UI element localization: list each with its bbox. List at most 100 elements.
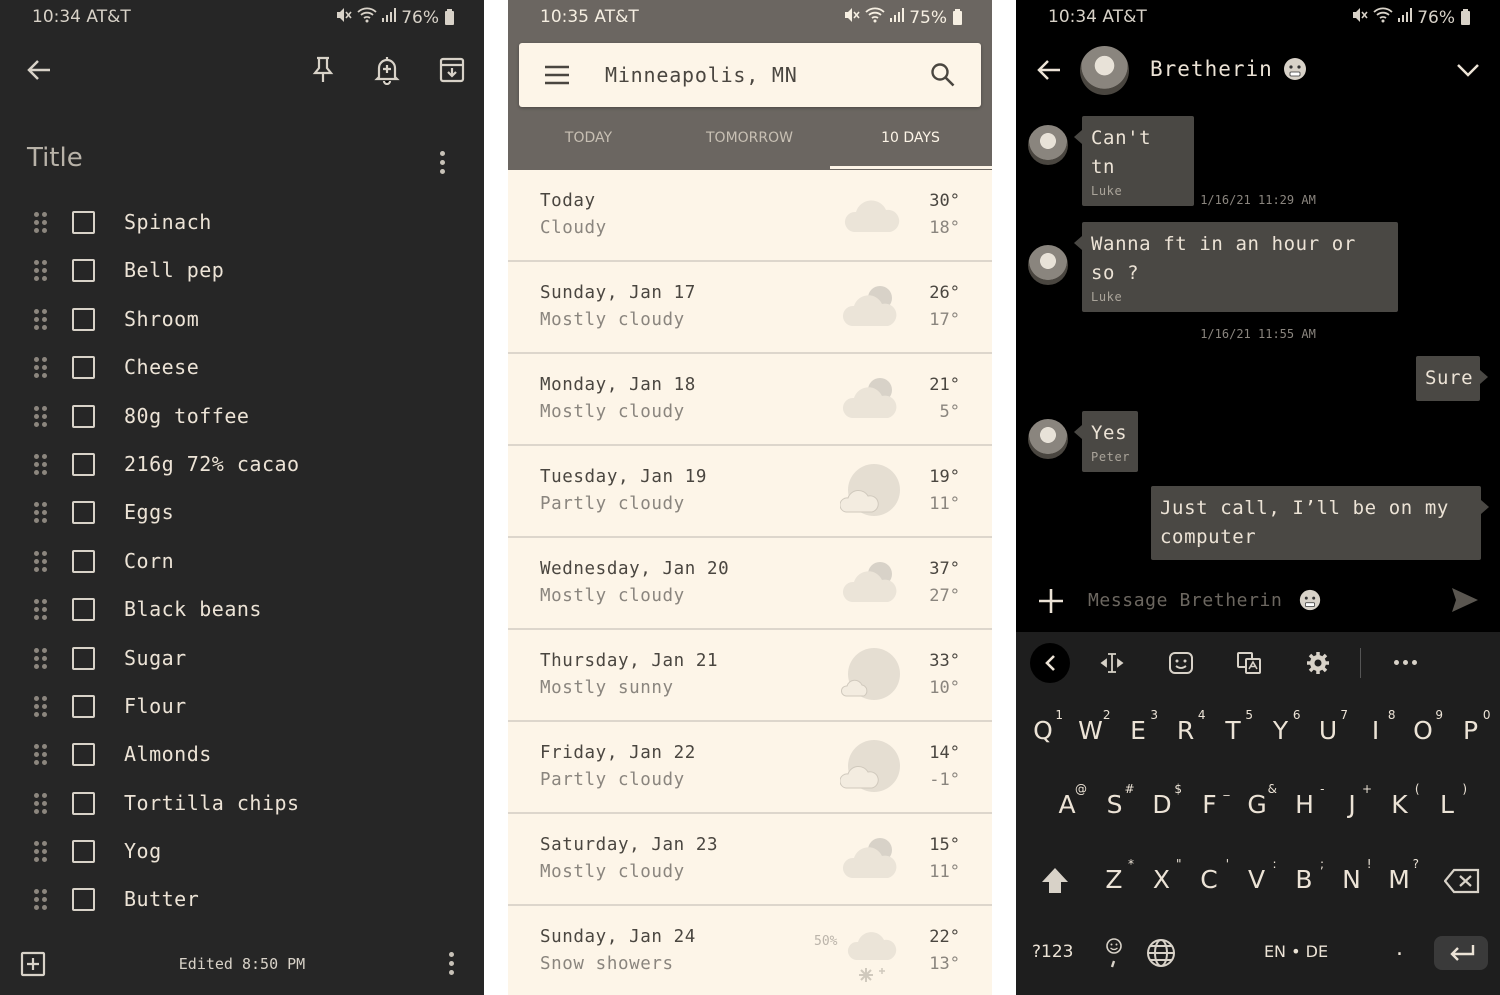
send-icon[interactable]: [1450, 586, 1480, 614]
reminder-bell-icon[interactable]: [374, 55, 400, 85]
search-icon[interactable]: [930, 62, 956, 88]
settings-gear-icon[interactable]: [1306, 651, 1330, 675]
drag-handle-icon[interactable]: [34, 357, 48, 379]
menu-icon[interactable]: [544, 65, 570, 85]
drag-handle-icon[interactable]: [34, 405, 48, 428]
checkbox[interactable]: [72, 501, 95, 525]
collapse-toolbar-button[interactable]: [1030, 643, 1070, 683]
key-c[interactable]: C ': [1187, 857, 1231, 894]
checklist-item-text[interactable]: Eggs: [124, 500, 174, 524]
symbols-key[interactable]: ?123: [1032, 942, 1073, 962]
checkbox[interactable]: [72, 743, 95, 767]
checkbox[interactable]: [72, 791, 95, 815]
globe-icon[interactable]: [1146, 938, 1176, 968]
checklist-item-text[interactable]: Shroom: [124, 307, 199, 331]
drag-handle-icon[interactable]: [34, 841, 48, 863]
drag-handle-icon[interactable]: [34, 744, 48, 766]
drag-handle-icon[interactable]: [34, 502, 48, 524]
group-avatar[interactable]: [1080, 46, 1129, 95]
bottom-more-icon[interactable]: [449, 952, 454, 979]
key-p[interactable]: P0: [1449, 708, 1493, 745]
drag-handle-icon[interactable]: [34, 453, 48, 476]
key-g[interactable]: G &: [1235, 782, 1279, 819]
checklist-item-text[interactable]: Corn: [124, 549, 174, 573]
checklist-item-text[interactable]: Flour: [124, 694, 187, 718]
drag-handle-icon[interactable]: [34, 792, 48, 815]
key-o[interactable]: O9: [1401, 708, 1445, 745]
forecast-day-row[interactable]: Today Cloudy 30° 18°: [508, 170, 992, 262]
key-v[interactable]: V:: [1235, 857, 1279, 894]
tab-10-days[interactable]: 10 DAYS: [830, 130, 991, 146]
key-b[interactable]: B;: [1282, 857, 1326, 894]
forecast-day-row[interactable]: Friday, Jan 22 Partly cloudy 14° -1°: [508, 722, 992, 814]
message-bubble[interactable]: Wanna ft in an hour or so ? Luke: [1074, 222, 1398, 312]
add-attachment-icon[interactable]: [1038, 588, 1064, 614]
archive-icon[interactable]: [438, 56, 466, 84]
sticker-icon[interactable]: [1168, 651, 1194, 675]
key-j[interactable]: J +: [1330, 782, 1374, 819]
key-d[interactable]: D $: [1140, 782, 1184, 819]
tab-tomorrow[interactable]: TOMORROW: [669, 130, 830, 146]
backspace-icon[interactable]: [1444, 868, 1480, 894]
forecast-day-row[interactable]: Sunday, Jan 17 Mostly cloudy 26° 17°: [508, 262, 992, 354]
checklist-item-text[interactable]: Black beans: [124, 597, 262, 621]
checklist-item-text[interactable]: Yog: [124, 839, 162, 863]
pin-icon[interactable]: [311, 55, 335, 85]
drag-handle-icon[interactable]: [34, 889, 48, 911]
forecast-day-row[interactable]: Sunday, Jan 24 Snow showers 50% 22° 13°: [508, 906, 992, 995]
drag-handle-icon[interactable]: [34, 647, 48, 670]
checkbox[interactable]: [72, 211, 95, 234]
drag-handle-icon[interactable]: [34, 695, 48, 718]
checkbox[interactable]: [72, 259, 95, 283]
key-s[interactable]: S #: [1093, 782, 1137, 819]
key-y[interactable]: Y6: [1259, 708, 1303, 745]
checklist-item-text[interactable]: Sugar: [124, 646, 187, 670]
key-q[interactable]: Q1: [1021, 708, 1065, 745]
checkbox[interactable]: [72, 404, 95, 428]
forecast-day-row[interactable]: Saturday, Jan 23 Mostly cloudy 15° 11°: [508, 814, 992, 906]
checklist-item-text[interactable]: Almonds: [124, 742, 212, 766]
forecast-day-row[interactable]: Monday, Jan 18 Mostly cloudy 21° 5°: [508, 354, 992, 446]
more-icon[interactable]: [1394, 660, 1417, 665]
key-r[interactable]: R4: [1164, 708, 1208, 745]
checklist-item-text[interactable]: Cheese: [124, 355, 199, 379]
key-l[interactable]: L): [1425, 782, 1469, 819]
shift-icon[interactable]: [1040, 866, 1070, 896]
drag-handle-icon[interactable]: [34, 550, 48, 573]
checkbox[interactable]: [72, 356, 95, 380]
key-a[interactable]: A @: [1045, 782, 1089, 819]
forecast-day-row[interactable]: Thursday, Jan 21 Mostly sunny 33° 10°: [508, 630, 992, 722]
checklist-item-text[interactable]: Bell pep: [124, 258, 224, 282]
back-arrow-icon[interactable]: [26, 58, 52, 82]
period-key[interactable]: .: [1396, 936, 1403, 961]
checklist-item-text[interactable]: Tortilla chips: [124, 791, 300, 815]
checkbox[interactable]: [72, 307, 95, 331]
translate-icon[interactable]: [1236, 651, 1262, 675]
checklist-item-text[interactable]: Spinach: [124, 210, 212, 234]
key-f[interactable]: F _: [1188, 782, 1232, 819]
message-bubble[interactable]: Just call, I’ll be on my computer: [1151, 486, 1489, 560]
location-search-bar[interactable]: Minneapolis, MN: [519, 43, 981, 107]
forecast-day-row[interactable]: Wednesday, Jan 20 Mostly cloudy 37° 27°: [508, 538, 992, 630]
key-e[interactable]: E3: [1116, 708, 1160, 745]
checkbox[interactable]: [72, 888, 95, 912]
spacebar[interactable]: EN • DE: [1196, 930, 1396, 974]
key-n[interactable]: N!: [1330, 857, 1374, 894]
more-options-icon[interactable]: [440, 151, 448, 177]
message-bubble[interactable]: Yes Peter: [1074, 411, 1138, 472]
enter-key[interactable]: [1434, 936, 1488, 970]
key-h[interactable]: H-: [1283, 782, 1327, 819]
chevron-down-icon[interactable]: [1456, 62, 1480, 78]
checkbox[interactable]: [72, 549, 95, 573]
contact-name[interactable]: Bretherin: [1150, 57, 1273, 81]
cursor-move-icon[interactable]: [1100, 651, 1124, 675]
emoji-key-icon[interactable]: [1104, 936, 1124, 970]
message-input[interactable]: Message Bretherin: [1088, 590, 1282, 611]
checklist-item-text[interactable]: 216g 72% cacao: [124, 452, 300, 476]
key-i[interactable]: I8: [1354, 708, 1398, 745]
key-m[interactable]: M?: [1377, 857, 1421, 894]
checklist-item-text[interactable]: Butter: [124, 887, 199, 911]
key-t[interactable]: T5: [1211, 708, 1255, 745]
drag-handle-icon[interactable]: [34, 212, 48, 234]
forecast-day-row[interactable]: Tuesday, Jan 19 Partly cloudy 19° 11°: [508, 446, 992, 538]
